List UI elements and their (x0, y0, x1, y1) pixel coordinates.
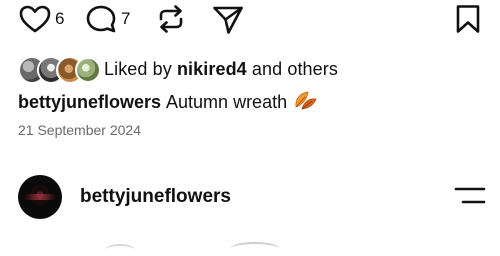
bookmark-icon (455, 4, 481, 34)
heart-icon (19, 5, 51, 33)
comment-count: 7 (121, 9, 131, 28)
repost-icon (156, 4, 186, 34)
liked-by-suffix: and others (246, 58, 338, 79)
autumn-leaf-icon (292, 89, 318, 116)
comment-button[interactable]: 7 (85, 4, 130, 34)
like-button[interactable]: 6 (19, 5, 64, 33)
like-count: 6 (55, 9, 65, 28)
likes-summary[interactable]: Liked by nikired4 and others (18, 55, 338, 84)
send-icon (212, 5, 244, 35)
next-post-image-edge (0, 242, 500, 250)
liker-avatars (18, 56, 101, 84)
liked-by-prefix: Liked by (104, 58, 177, 79)
post-caption: bettyjuneflowers Autumn wreath (18, 89, 318, 116)
caption-text: Autumn wreath (166, 92, 288, 112)
profile-username[interactable]: bettyjuneflowers (80, 186, 231, 208)
avatar[interactable] (18, 175, 62, 219)
save-button[interactable] (455, 4, 481, 34)
comment-icon (85, 4, 117, 34)
menu-icon (454, 186, 486, 206)
liked-by-text: Liked by nikired4 and others (104, 59, 338, 80)
next-post-header[interactable]: bettyjuneflowers (18, 175, 231, 219)
post-date: 21 September 2024 (18, 122, 141, 138)
liked-by-user[interactable]: nikired4 (177, 59, 247, 79)
repost-button[interactable] (156, 4, 186, 34)
avatar (75, 57, 101, 83)
caption-username[interactable]: bettyjuneflowers (18, 92, 161, 113)
menu-button[interactable] (454, 186, 486, 206)
share-button[interactable] (212, 5, 244, 35)
